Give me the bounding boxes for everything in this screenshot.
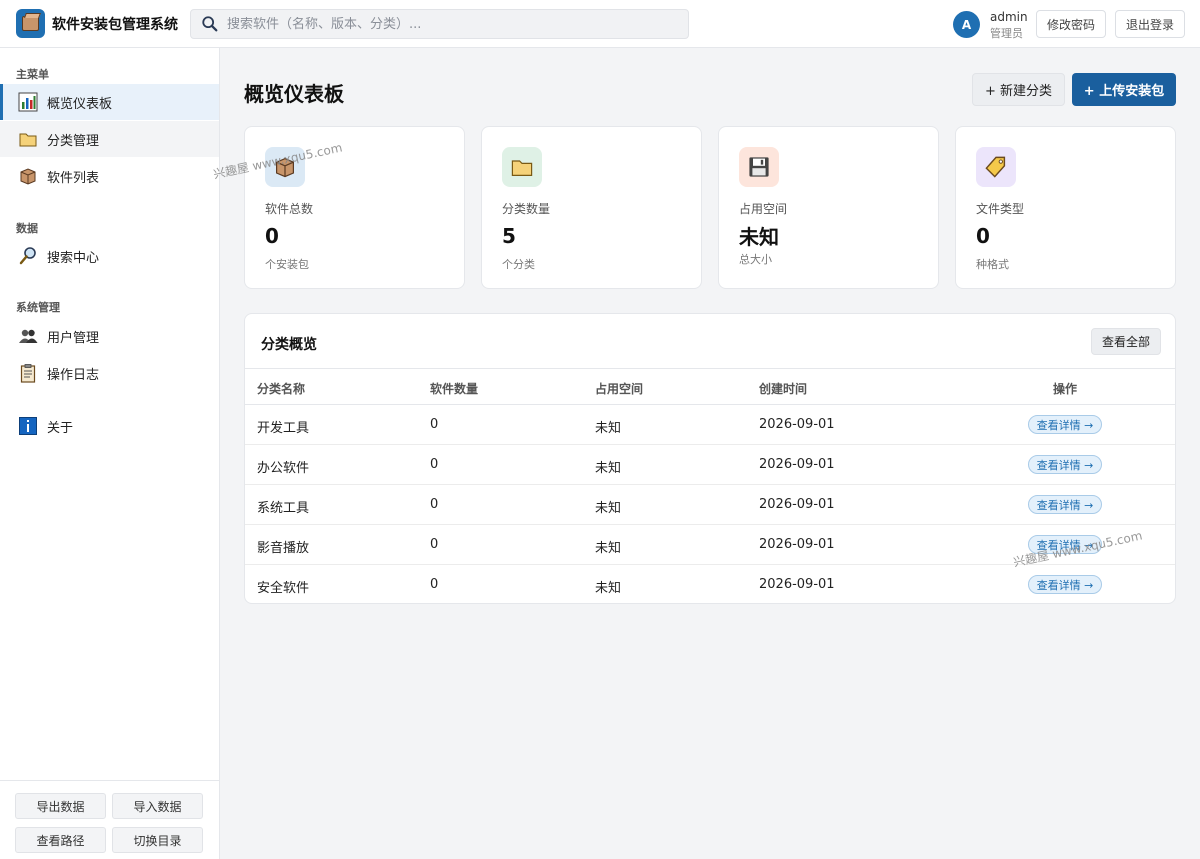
cell-name: 系统工具 — [257, 501, 310, 516]
sidebar-section-title: 系统管理 — [16, 301, 60, 314]
import-data-button[interactable]: 导入数据 — [112, 793, 203, 819]
logout-button[interactable]: 退出登录 — [1115, 10, 1185, 38]
sidebar-section-title: 数据 — [16, 222, 38, 235]
app-title: 软件安装包管理系统 — [52, 17, 178, 33]
sidebar-item-label: 搜索中心 — [47, 250, 100, 266]
stat-value: 5 — [502, 224, 516, 248]
sidebar-item-label: 概览仪表板 — [47, 96, 113, 112]
cell-count: 0 — [430, 457, 439, 472]
sidebar-footer: 导出数据 导入数据 查看路径 切换目录 — [0, 780, 219, 859]
search-icon — [202, 16, 218, 32]
view-details-button[interactable]: 查看详情 → — [1028, 415, 1102, 434]
user-name: admin — [990, 10, 1028, 24]
sidebar-item-search-center[interactable]: 搜索中心 — [0, 238, 219, 274]
stat-value: 0 — [265, 224, 279, 248]
page-title: 概览仪表板 — [244, 82, 344, 106]
view-path-button[interactable]: 查看路径 — [15, 827, 106, 853]
sidebar-item-about[interactable]: 关于 — [0, 408, 219, 444]
tag-icon — [976, 147, 1016, 187]
cell-size: 未知 — [595, 501, 622, 516]
column-header[interactable]: 创建时间 — [759, 380, 807, 397]
cell-count: 0 — [430, 537, 439, 552]
stat-label: 文件类型 — [976, 202, 1025, 216]
app-logo-icon — [16, 9, 45, 38]
folder-icon — [18, 129, 38, 149]
stat-subtext: 个安装包 — [265, 258, 309, 271]
sidebar-item-label: 操作日志 — [47, 367, 100, 383]
table-row: 开发工具 0 未知 2026-09-01 查看详情 → — [245, 405, 1175, 445]
stat-value: 0 — [976, 224, 990, 248]
view-all-button[interactable]: 查看全部 — [1091, 328, 1161, 355]
table-row: 安全软件 0 未知 2026-09-01 查看详情 → — [245, 565, 1175, 603]
cell-name: 安全软件 — [257, 581, 310, 596]
sidebar: 主菜单 概览仪表板 分类管理 软件列表 数据 搜索中心 系统管理 用户管理 操作… — [0, 48, 220, 859]
stat-value: 未知 — [739, 225, 779, 249]
sidebar-item-label: 关于 — [47, 420, 74, 436]
switch-directory-button[interactable]: 切换目录 — [112, 827, 203, 853]
floppy-icon — [739, 147, 779, 187]
stat-card-category-count: 分类数量 5 个分类 — [481, 126, 702, 289]
change-password-button[interactable]: 修改密码 — [1036, 10, 1106, 38]
chart-icon — [18, 92, 38, 112]
export-data-button[interactable]: 导出数据 — [15, 793, 106, 819]
info-icon — [18, 416, 38, 436]
view-details-button[interactable]: 查看详情 → — [1028, 455, 1102, 474]
cell-created: 2026-09-01 — [759, 457, 835, 472]
cell-count: 0 — [430, 577, 439, 592]
table-row: 办公软件 0 未知 2026-09-01 查看详情 → — [245, 445, 1175, 485]
stat-card-storage-used: 占用空间 未知 总大小 — [718, 126, 939, 289]
cell-created: 2026-09-01 — [759, 417, 835, 432]
stat-label: 分类数量 — [502, 202, 551, 216]
stat-subtext: 总大小 — [739, 253, 772, 266]
stat-card-file-types: 文件类型 0 种格式 — [955, 126, 1176, 289]
table-header: 分类名称 软件数量 占用空间 创建时间 操作 — [245, 368, 1175, 405]
sidebar-item-software-list[interactable]: 软件列表 — [0, 158, 219, 194]
stat-card-software-total: 软件总数 0 个安装包 — [244, 126, 465, 289]
clipboard-icon — [18, 363, 38, 383]
column-header[interactable]: 分类名称 — [257, 380, 305, 397]
column-header[interactable]: 占用空间 — [595, 380, 643, 397]
cell-created: 2026-09-01 — [759, 537, 835, 552]
cell-name: 开发工具 — [257, 421, 310, 436]
package-icon — [18, 166, 38, 186]
magnifier-icon — [18, 246, 38, 266]
top-bar: 软件安装包管理系统 A admin 管理员 修改密码 退出登录 — [0, 0, 1200, 48]
cell-size: 未知 — [595, 541, 622, 556]
cell-created: 2026-09-01 — [759, 497, 835, 512]
sidebar-item-dashboard[interactable]: 概览仪表板 — [0, 84, 219, 120]
search-input[interactable] — [227, 16, 667, 32]
cell-name: 办公软件 — [257, 461, 310, 476]
folder-icon — [502, 147, 542, 187]
table-row: 系统工具 0 未知 2026-09-01 查看详情 → — [245, 485, 1175, 525]
cell-count: 0 — [430, 417, 439, 432]
sidebar-item-operation-log[interactable]: 操作日志 — [0, 355, 219, 391]
avatar[interactable]: A — [953, 11, 980, 38]
user-role: 管理员 — [990, 27, 1023, 40]
sidebar-item-label: 分类管理 — [47, 133, 100, 149]
upload-package-button[interactable]: + 上传安装包 — [1072, 73, 1176, 106]
users-icon — [18, 326, 38, 346]
stat-label: 软件总数 — [265, 202, 314, 216]
sidebar-item-label: 软件列表 — [47, 170, 100, 186]
cell-created: 2026-09-01 — [759, 577, 835, 592]
sidebar-item-categories[interactable]: 分类管理 — [0, 121, 219, 157]
column-header: 操作 — [1053, 382, 1078, 396]
column-header[interactable]: 软件数量 — [430, 380, 478, 397]
sidebar-item-users[interactable]: 用户管理 — [0, 318, 219, 354]
sidebar-item-label: 用户管理 — [47, 330, 100, 346]
panel-title: 分类概览 — [261, 337, 317, 353]
view-details-button[interactable]: 查看详情 → — [1028, 575, 1102, 594]
cell-size: 未知 — [595, 461, 622, 476]
stat-subtext: 个分类 — [502, 258, 535, 271]
sidebar-section-title: 主菜单 — [16, 68, 49, 81]
view-details-button[interactable]: 查看详情 → — [1028, 495, 1102, 514]
cell-name: 影音播放 — [257, 541, 310, 556]
cell-size: 未知 — [595, 581, 622, 596]
cell-size: 未知 — [595, 421, 622, 436]
stat-subtext: 种格式 — [976, 258, 1009, 271]
cell-count: 0 — [430, 497, 439, 512]
new-category-button[interactable]: + 新建分类 — [972, 73, 1065, 106]
stat-label: 占用空间 — [739, 202, 788, 216]
search-bar[interactable] — [190, 9, 689, 39]
